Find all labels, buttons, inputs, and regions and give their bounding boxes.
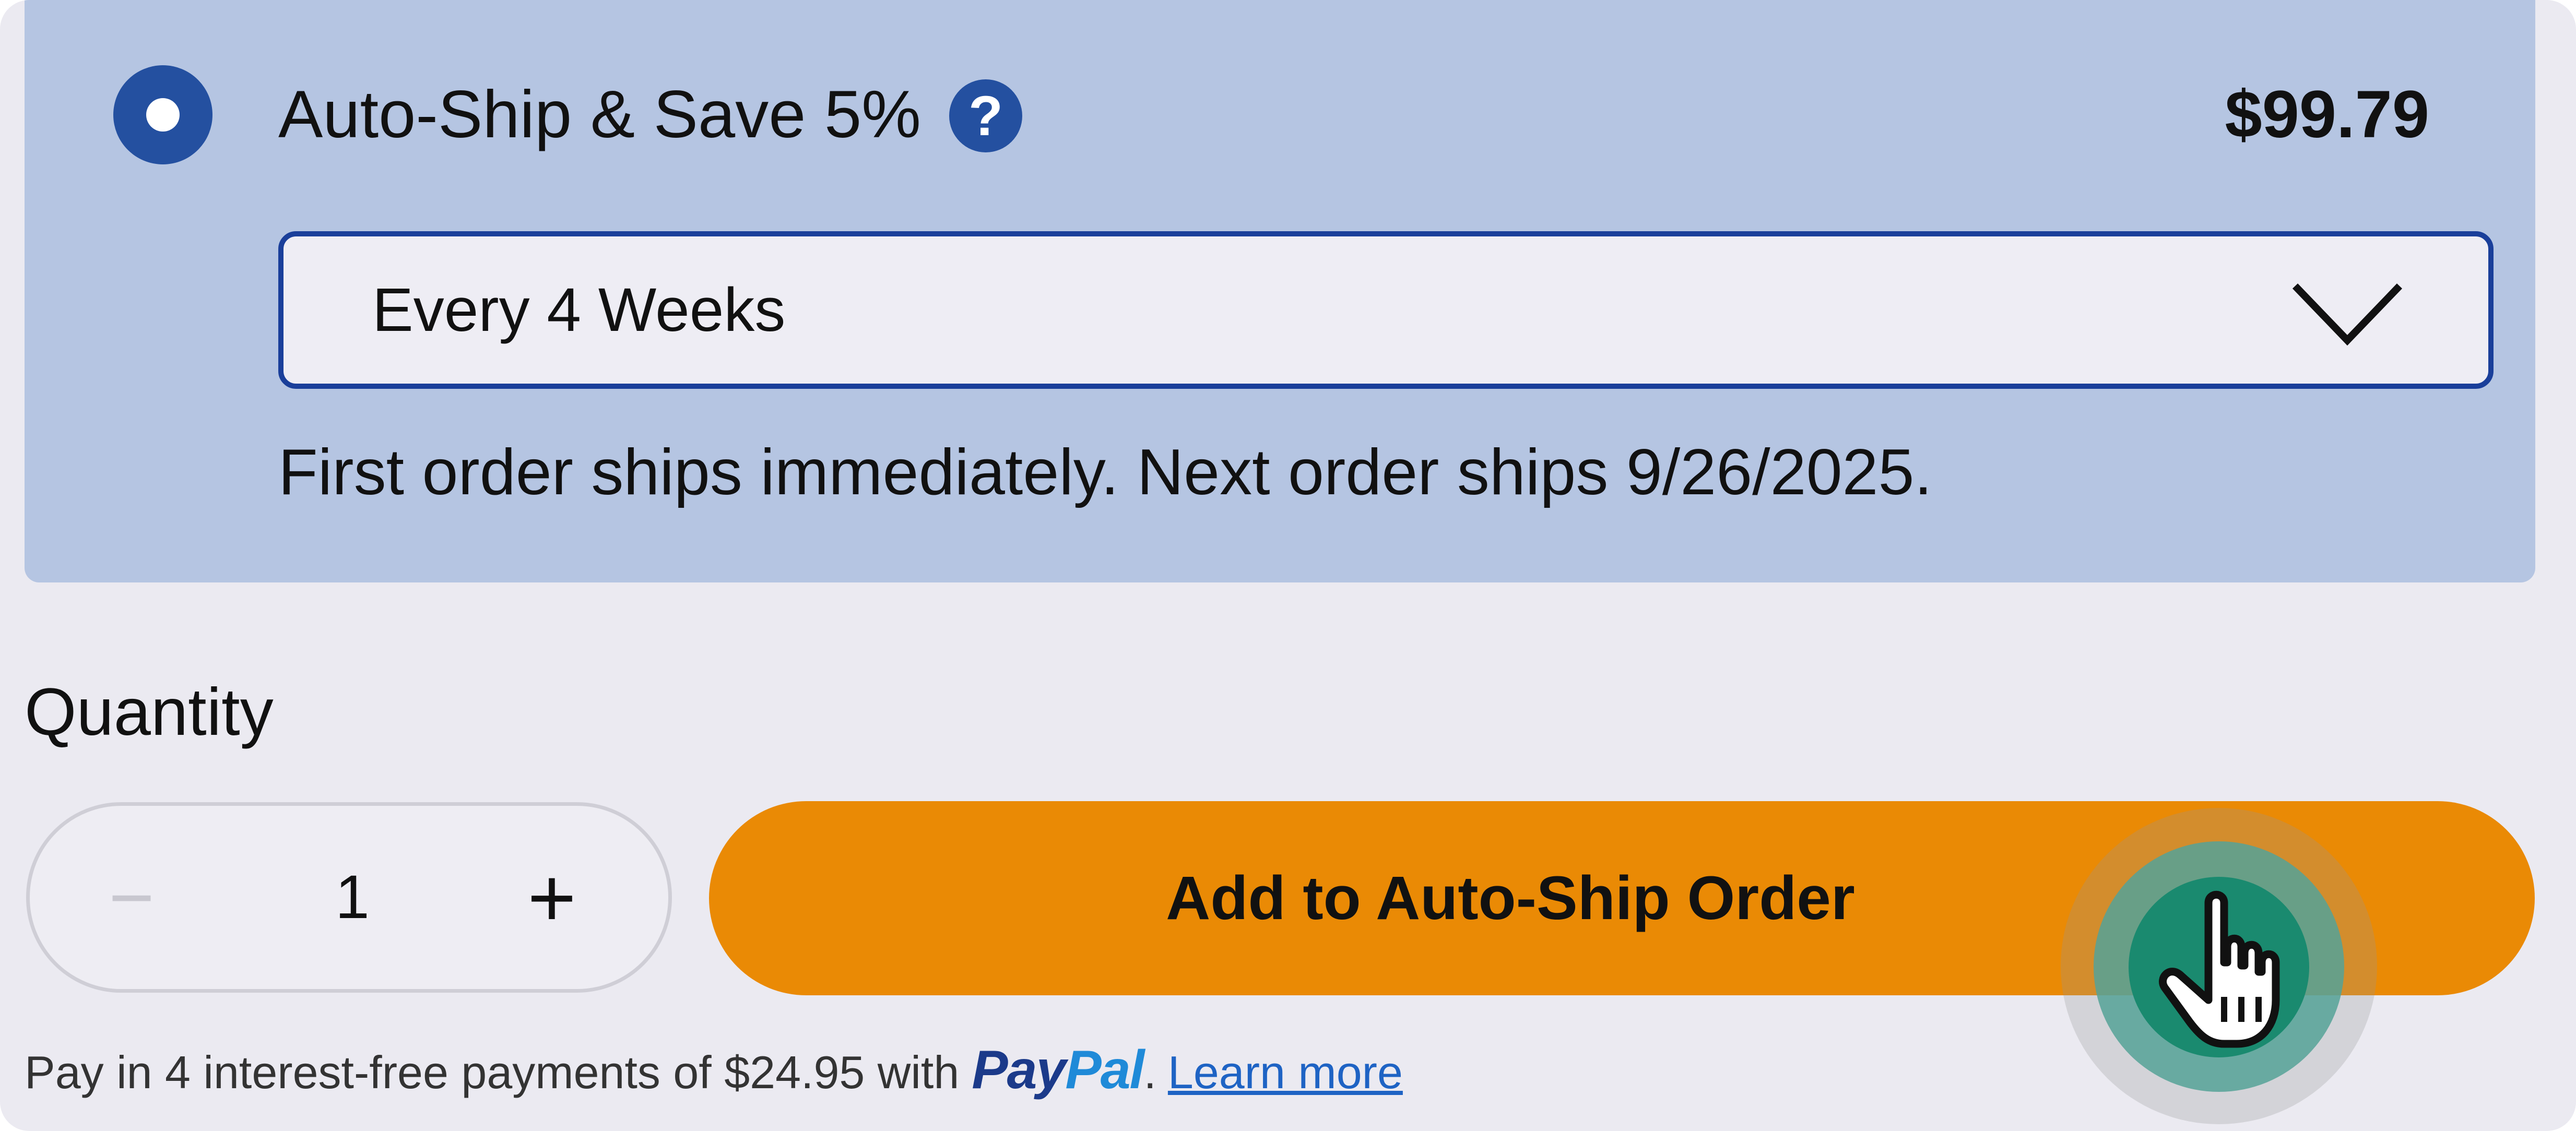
- pay-in-4-text: Pay in 4 interest-free payments of $24.9…: [25, 1046, 960, 1098]
- radio-selected-icon: [146, 98, 180, 132]
- quantity-decrement-button[interactable]: −: [79, 806, 184, 989]
- pay-in-4-message: Pay in 4 interest-free payments of $24.9…: [25, 1040, 1403, 1100]
- quantity-value[interactable]: 1: [274, 806, 431, 989]
- product-purchase-panel: Auto-Ship & Save 5% ? $99.79 Every 4 Wee…: [0, 0, 2576, 1131]
- help-icon[interactable]: ?: [949, 79, 1022, 152]
- shipping-note: First order ships immediately. Next orde…: [278, 436, 1932, 508]
- hand-cursor-icon: [2159, 890, 2280, 1048]
- add-to-autoship-button-label: Add to Auto-Ship Order: [1166, 864, 1855, 933]
- autoship-price: $99.79: [2225, 77, 2430, 152]
- autoship-option-panel[interactable]: Auto-Ship & Save 5% ? $99.79 Every 4 Wee…: [25, 0, 2535, 582]
- paypal-logo: PayPal: [972, 1040, 1144, 1100]
- autoship-radio-button[interactable]: [113, 65, 212, 164]
- frequency-select[interactable]: Every 4 Weeks: [278, 231, 2494, 389]
- learn-more-link[interactable]: Learn more: [1168, 1046, 1403, 1098]
- chevron-down-icon: [2292, 283, 2403, 346]
- quantity-stepper: − 1 +: [26, 802, 672, 993]
- autoship-option-label: Auto-Ship & Save 5%: [278, 77, 921, 152]
- quantity-increment-button[interactable]: +: [500, 806, 604, 989]
- frequency-selected-value: Every 4 Weeks: [372, 276, 786, 344]
- quantity-label: Quantity: [25, 675, 274, 749]
